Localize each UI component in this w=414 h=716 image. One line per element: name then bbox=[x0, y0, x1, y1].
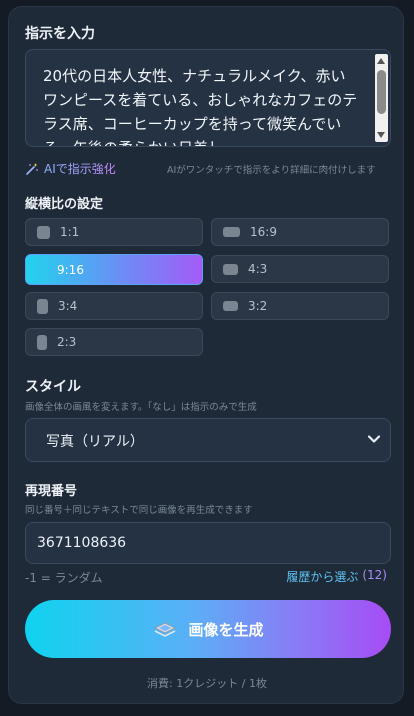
seed-value: 3671108636 bbox=[37, 535, 127, 551]
ratio-option-3-4[interactable]: 3:4 bbox=[25, 292, 203, 320]
style-selected-value: 写真（リアル） bbox=[46, 434, 144, 450]
credit-cost-note: 消費: 1クレジット / 1枚 bbox=[147, 677, 267, 690]
chevron-down-icon bbox=[367, 435, 381, 443]
style-section-title: スタイル bbox=[25, 379, 81, 395]
landscape-ratio-icon bbox=[223, 263, 238, 275]
ratio-option-label: 3:4 bbox=[58, 299, 78, 313]
ratio-option-3-2[interactable]: 3:2 bbox=[211, 292, 389, 320]
ratio-option-label: 9:16 bbox=[57, 262, 84, 277]
seed-random-note: -1 = ランダム bbox=[25, 571, 103, 585]
portrait-ratio-icon bbox=[37, 334, 47, 350]
prompt-section-title: 指示を入力 bbox=[25, 26, 95, 42]
ai-enhance-label: AIで指示強化 bbox=[44, 162, 116, 176]
image-generator-panel: 指示を入力 20代の日本人女性、ナチュラルメイク、赤いワンピースを着ている、おし… bbox=[8, 6, 404, 704]
scroll-up-arrow-icon[interactable] bbox=[377, 58, 385, 64]
ratio-option-1-1[interactable]: 1:1 bbox=[25, 218, 203, 246]
prompt-text: 20代の日本人女性、ナチュラルメイク、赤いワンピースを着ている、おしゃれなカフェ… bbox=[43, 67, 358, 146]
portrait-ratio-icon bbox=[37, 261, 47, 278]
ratio-option-2-3[interactable]: 2:3 bbox=[25, 328, 203, 356]
seed-history-count: (12) bbox=[362, 568, 387, 582]
landscape-ratio-icon bbox=[223, 227, 240, 237]
seed-section-title: 再現番号 bbox=[25, 484, 78, 499]
landscape-ratio-icon bbox=[223, 301, 238, 311]
scroll-down-arrow-icon[interactable] bbox=[377, 132, 385, 138]
square-ratio-icon bbox=[37, 225, 50, 239]
ratio-option-label: 4:3 bbox=[248, 262, 268, 276]
aspect-section-title: 縦横比の設定 bbox=[25, 197, 104, 212]
ratio-option-16-9[interactable]: 16:9 bbox=[211, 218, 389, 246]
generate-label: 画像を生成 bbox=[188, 620, 264, 639]
seed-history-label: 履歴から選ぶ bbox=[286, 570, 359, 584]
prompt-scrollbar[interactable] bbox=[375, 54, 388, 142]
prompt-textarea[interactable]: 20代の日本人女性、ナチュラルメイク、赤いワンピースを着ている、おしゃれなカフェ… bbox=[25, 49, 391, 147]
ratio-option-label: 2:3 bbox=[57, 335, 77, 349]
seed-hint: 同じ番号＋同じテキストで同じ画像を再生成できます bbox=[25, 505, 253, 516]
style-select[interactable]: 写真（リアル） bbox=[25, 418, 391, 462]
ratio-option-label: 1:1 bbox=[60, 225, 80, 239]
ratio-option-9-16[interactable]: 9:16 bbox=[25, 254, 203, 285]
image-stack-icon bbox=[154, 622, 177, 637]
ratio-option-label: 16:9 bbox=[250, 225, 277, 239]
ai-enhance-button[interactable]: AIで指示強化 bbox=[25, 160, 116, 177]
ratio-option-4-3[interactable]: 4:3 bbox=[211, 255, 389, 283]
magic-wand-icon bbox=[26, 162, 38, 175]
seed-history-link[interactable]: 履歴から選ぶ (12) bbox=[286, 568, 387, 585]
portrait-ratio-icon bbox=[37, 298, 48, 314]
seed-input[interactable]: 3671108636 bbox=[25, 522, 391, 564]
ratio-option-label: 3:2 bbox=[248, 299, 268, 313]
ai-enhance-hint: AIがワンタッチで指示をより詳細に肉付けします bbox=[167, 165, 376, 176]
generate-button[interactable]: 画像を生成 bbox=[25, 600, 391, 658]
style-hint: 画像全体の画風を変えます。「なし」は指示のみで生成 bbox=[25, 402, 257, 413]
scrollbar-thumb[interactable] bbox=[377, 70, 386, 114]
